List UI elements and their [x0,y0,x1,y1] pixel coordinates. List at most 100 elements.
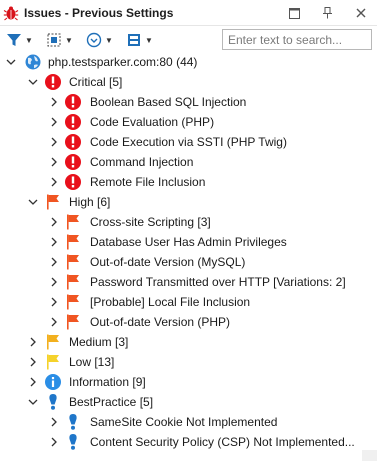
low-flag-icon [47,354,59,370]
best-practice-icon [69,414,77,430]
tree-group-critical[interactable]: Critical [5] [0,72,377,92]
tree-item-label: Code Evaluation (PHP) [90,115,215,129]
critical-icon [65,174,81,190]
tree-group-medium[interactable]: Medium [3] [0,332,377,352]
tree-issue-item[interactable]: Database User Has Admin Privileges [0,232,377,252]
tree-issue-item[interactable]: SameSite Cookie Not Implemented [0,412,377,432]
tree-item-label: Low [13] [69,355,115,369]
tree-issue-item[interactable]: Command Injection [0,152,377,172]
tree-root-host[interactable]: php.testsparker.com:80 (44) [0,52,377,72]
pin-icon [322,7,332,19]
high-flag-icon [67,314,79,330]
close-button[interactable] [352,4,370,22]
tree-issue-item[interactable]: Cross-site Scripting [3] [0,212,377,232]
critical-icon [65,114,81,130]
issues-tree: php.testsparker.com:80 (44) Critical [5] B… [0,52,377,461]
chevron-down-icon[interactable] [28,77,38,87]
pin-button[interactable] [318,4,336,22]
high-flag-icon [67,274,79,290]
chevron-right-icon[interactable] [28,377,38,387]
tree-item-label: Content Security Policy (CSP) Not Implem… [90,435,355,449]
tree-item-label: Code Execution via SSTI (PHP Twig) [90,135,287,149]
tree-item-label: SameSite Cookie Not Implemented [90,415,278,429]
tree-group-bestpractice[interactable]: BestPractice [5] [0,392,377,412]
chevron-right-icon[interactable] [49,257,59,267]
chevron-right-icon[interactable] [28,337,38,347]
scrollbar-corner[interactable] [362,450,377,461]
chevron-down-icon: ▼ [25,35,33,45]
bug-icon [3,6,19,21]
chevron-down-icon[interactable] [6,57,16,67]
chevron-down-icon: ▼ [145,35,153,45]
chevron-right-icon[interactable] [49,137,59,147]
chevron-right-icon[interactable] [49,237,59,247]
critical-icon [65,94,81,110]
tree-group-information[interactable]: Information [9] [0,372,377,392]
tree-item-label: BestPractice [5] [69,395,154,409]
layout-icon [128,34,140,46]
chevron-right-icon[interactable] [49,157,59,167]
info-icon [45,374,61,390]
tree-group-low[interactable]: Low [13] [0,352,377,372]
tree-group-high[interactable]: High [6] [0,192,377,212]
tree-item-label: Boolean Based SQL Injection [90,95,247,109]
tree-issue-item[interactable]: Boolean Based SQL Injection [0,92,377,112]
tree-issue-item[interactable]: Out-of-date Version (PHP) [0,312,377,332]
tree-item-label: Database User Has Admin Privileges [90,235,287,249]
critical-icon [65,134,81,150]
tree-item-label: Information [9] [69,375,146,389]
chevron-right-icon[interactable] [49,437,59,447]
chevron-right-icon[interactable] [49,317,59,327]
chevron-right-icon[interactable] [49,117,59,127]
chevron-right-icon[interactable] [49,217,59,227]
tree-issue-item[interactable]: Code Execution via SSTI (PHP Twig) [0,132,377,152]
tree-item-label: Out-of-date Version (MySQL) [90,255,246,269]
chevron-right-icon[interactable] [28,357,38,367]
critical-icon [65,154,81,170]
filter-dropdown-button[interactable]: ▼ [6,30,33,50]
tree-issue-item[interactable]: [Probable] Local File Inclusion [0,292,377,312]
tree-issue-item[interactable]: Content Security Policy (CSP) Not Implem… [0,432,377,452]
tree-item-label: [Probable] Local File Inclusion [90,295,251,309]
medium-flag-icon [47,334,59,350]
critical-icon [45,74,61,90]
chevron-right-icon[interactable] [49,177,59,187]
tree-item-label: High [6] [69,195,111,209]
view-options-dropdown-button[interactable]: ▼ [86,30,113,50]
chevron-right-icon[interactable] [49,97,59,107]
group-dropdown-button[interactable]: ▼ [46,30,73,50]
group-icon [47,33,61,47]
tree-item-label: Medium [3] [69,335,129,349]
chevron-right-icon[interactable] [49,417,59,427]
chevron-down-icon[interactable] [28,397,38,407]
chevron-down-icon: ▼ [105,35,113,45]
search-input[interactable] [222,29,372,50]
float-window-icon [288,7,300,19]
best-practice-icon [69,434,77,450]
tree-issue-item[interactable]: Out-of-date Version (MySQL) [0,252,377,272]
best-practice-icon [49,394,57,410]
globe-icon [25,54,41,70]
chevron-down-icon[interactable] [28,197,38,207]
window-title: Issues - Previous Settings [24,6,174,20]
high-flag-icon [67,214,79,230]
high-flag-icon [67,234,79,250]
tree-item-label: Password Transmitted over HTTP [Variatio… [90,275,346,289]
tree-issue-item[interactable]: Password Transmitted over HTTP [Variatio… [0,272,377,292]
filter-icon [7,34,21,46]
tree-item-label: php.testsparker.com:80 (44) [48,55,198,69]
close-icon [356,8,366,18]
float-window-button[interactable] [285,4,303,22]
tree-item-label: Cross-site Scripting [3] [90,215,211,229]
window-titlebar: Issues - Previous Settings [0,0,377,26]
layout-dropdown-button[interactable]: ▼ [126,30,153,50]
tree-issue-item[interactable]: Code Evaluation (PHP) [0,112,377,132]
chevron-down-icon: ▼ [65,35,73,45]
chevron-right-icon[interactable] [49,277,59,287]
high-flag-icon [47,194,59,210]
tree-item-label: Out-of-date Version (PHP) [90,315,231,329]
tree-issue-item[interactable]: Remote File Inclusion [0,172,377,192]
tree-item-label: Command Injection [90,155,194,169]
high-flag-icon [67,254,79,270]
chevron-right-icon[interactable] [49,297,59,307]
